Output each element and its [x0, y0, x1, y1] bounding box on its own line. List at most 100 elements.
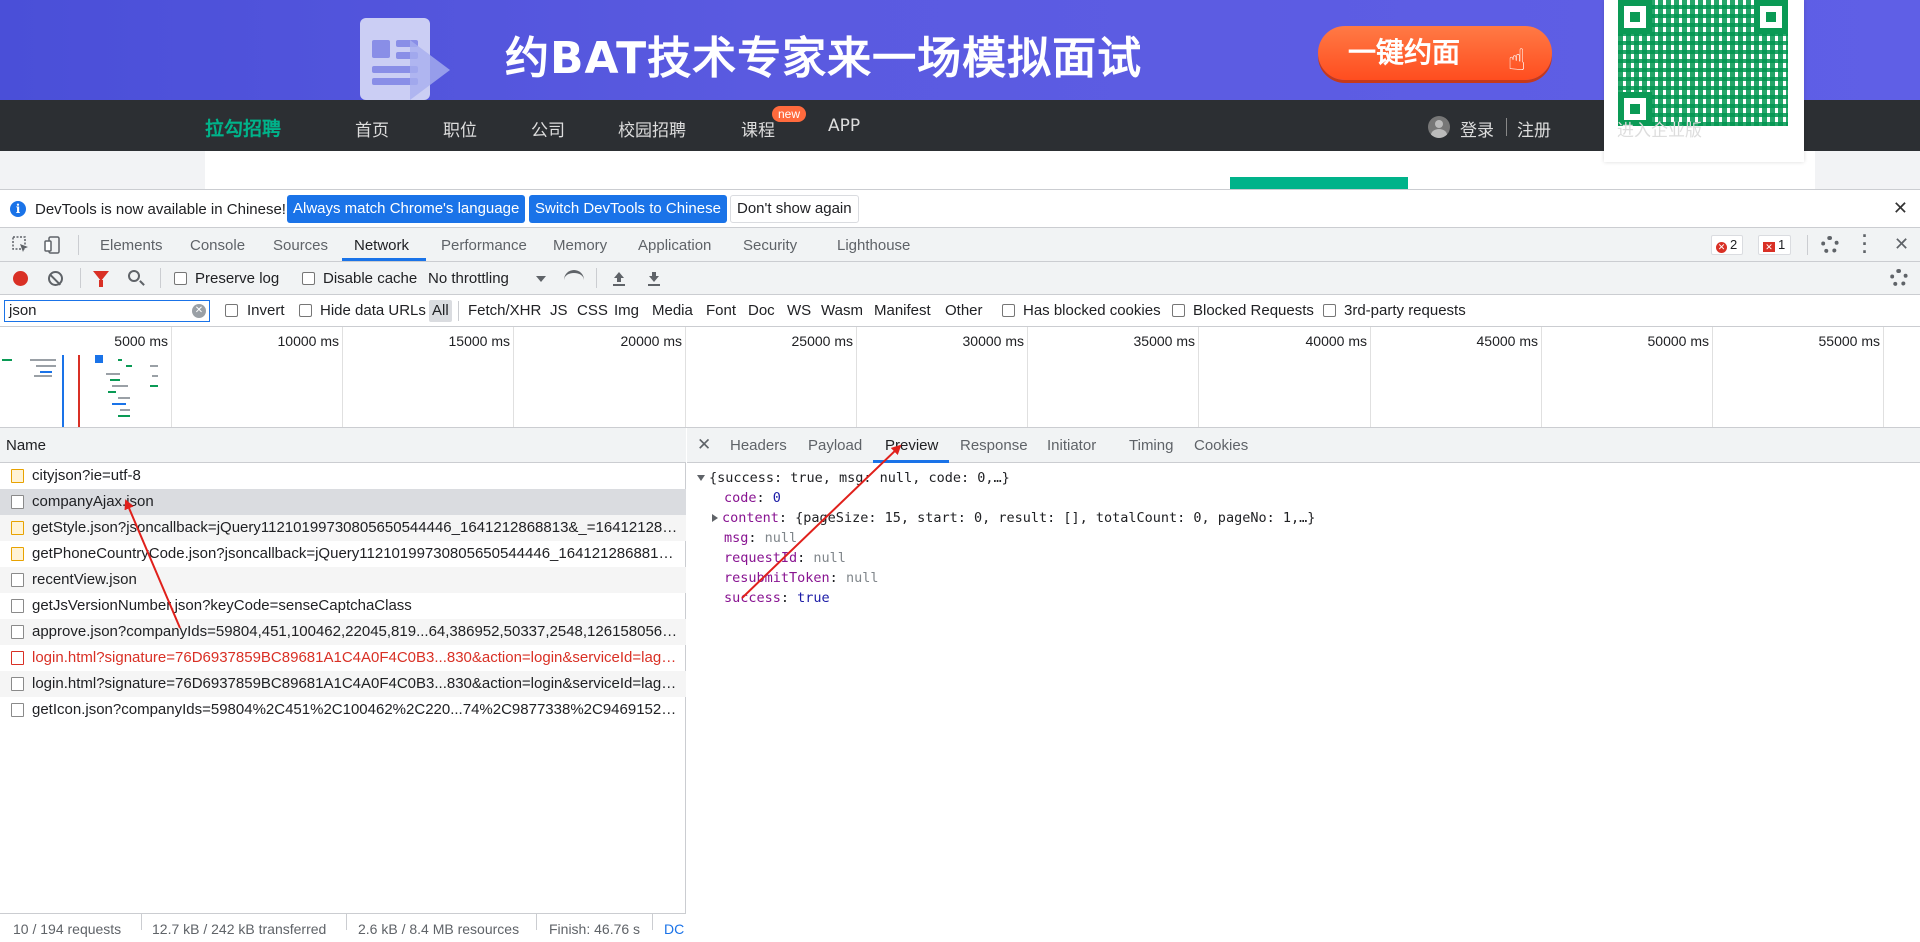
invert-checkbox[interactable]: [225, 304, 238, 317]
disable-cache-checkbox[interactable]: [302, 272, 315, 285]
nav-companies[interactable]: 公司: [531, 116, 565, 141]
network-overview-timeline[interactable]: 5000 ms 10000 ms 15000 ms 20000 ms 25000…: [0, 327, 1920, 428]
filter-js[interactable]: JS: [547, 300, 571, 322]
nav-campus[interactable]: 校园招聘: [618, 116, 686, 141]
more-options-icon[interactable]: · · ·: [1862, 227, 1868, 261]
request-row[interactable]: getPhoneCountryCode.json?jsoncallback=jQ…: [0, 541, 686, 567]
request-row[interactable]: companyAjax.json: [0, 489, 686, 515]
tab-payload[interactable]: Payload: [808, 437, 862, 454]
filter-all[interactable]: All: [429, 300, 452, 322]
record-icon[interactable]: [13, 271, 28, 286]
filter-other[interactable]: Other: [942, 300, 986, 322]
document-file-icon: [11, 495, 24, 509]
import-har-icon[interactable]: [612, 270, 626, 286]
filter-css[interactable]: CSS: [574, 300, 611, 322]
filter-manifest[interactable]: Manifest: [871, 300, 934, 322]
network-conditions-icon[interactable]: [564, 270, 584, 284]
json-root-node[interactable]: {success: true, msg: null, code: 0,…}: [697, 468, 1010, 488]
error-count-badge[interactable]: ✕ 2: [1711, 235, 1744, 255]
network-settings-gear-icon[interactable]: [1890, 269, 1908, 287]
export-har-icon[interactable]: [647, 270, 661, 286]
nav-app[interactable]: APP: [828, 116, 860, 136]
finish-time: Finish: 46.76 s: [549, 921, 641, 937]
tab-performance[interactable]: Performance: [441, 237, 527, 254]
tab-timing[interactable]: Timing: [1129, 437, 1173, 454]
chevron-down-icon[interactable]: [536, 276, 546, 282]
collapse-triangle-icon[interactable]: [697, 475, 705, 481]
filter-doc[interactable]: Doc: [745, 300, 778, 322]
site-logo[interactable]: 拉勾招聘: [205, 114, 281, 141]
nav-courses[interactable]: 课程: [741, 116, 775, 141]
tab-sources[interactable]: Sources: [273, 237, 328, 254]
third-party-requests-checkbox[interactable]: [1323, 304, 1336, 317]
tab-network[interactable]: Network: [354, 237, 409, 254]
tab-console[interactable]: Console: [190, 237, 245, 254]
tab-preview[interactable]: Preview: [885, 437, 938, 454]
qr-code-image: [1618, 0, 1788, 126]
clear-icon[interactable]: [48, 271, 63, 286]
json-field-resubmittoken: resubmitToken: null: [724, 570, 879, 586]
request-name: login.html?signature=76D6937859BC89681A1…: [32, 649, 680, 666]
nav-jobs[interactable]: 职位: [443, 116, 477, 141]
request-row[interactable]: login.html?signature=76D6937859BC89681A1…: [0, 671, 686, 697]
tab-headers[interactable]: Headers: [730, 437, 787, 454]
dont-show-again-button[interactable]: Don't show again: [730, 195, 859, 223]
document-file-icon: [11, 599, 24, 613]
issue-count-badge[interactable]: ✕ 1: [1758, 235, 1792, 255]
switch-to-chinese-button[interactable]: Switch DevTools to Chinese: [529, 195, 727, 223]
request-row[interactable]: login.html?signature=76D6937859BC89681A1…: [0, 645, 686, 671]
timeline-waterfall-graphic: [2, 355, 158, 427]
register-link[interactable]: 注册: [1517, 116, 1551, 141]
tab-application[interactable]: Application: [638, 237, 711, 254]
expand-triangle-icon[interactable]: [712, 514, 718, 522]
dom-content-loaded: DC: [664, 921, 685, 937]
hide-data-urls-checkbox[interactable]: [299, 304, 312, 317]
search-icon[interactable]: [128, 270, 140, 282]
has-blocked-cookies-checkbox[interactable]: [1002, 304, 1015, 317]
filter-input[interactable]: json: [4, 300, 210, 322]
request-row[interactable]: recentView.json: [0, 567, 686, 593]
request-row[interactable]: getJsVersionNumber.json?keyCode=senseCap…: [0, 593, 686, 619]
request-row[interactable]: approve.json?companyIds=59804,451,100462…: [0, 619, 686, 645]
request-row[interactable]: getStyle.json?jsoncallback=jQuery1121019…: [0, 515, 686, 541]
filter-ws[interactable]: WS: [784, 300, 814, 322]
tab-memory[interactable]: Memory: [553, 237, 607, 254]
request-row[interactable]: cityjson?ie=utf-8: [0, 463, 686, 489]
filter-wasm[interactable]: Wasm: [818, 300, 866, 322]
json-summary: {success: true, msg: null, code: 0,…}: [709, 470, 1010, 486]
throttling-select[interactable]: No throttling: [428, 270, 509, 287]
filter-media[interactable]: Media: [649, 300, 696, 322]
filter-img[interactable]: Img: [611, 300, 642, 322]
name-column-header: Name: [6, 437, 47, 454]
close-icon[interactable]: ✕: [1893, 198, 1908, 219]
settings-gear-icon[interactable]: [1821, 236, 1839, 254]
clear-filter-icon[interactable]: ✕: [192, 304, 206, 318]
request-list-header[interactable]: Name: [0, 428, 686, 463]
preserve-log-checkbox[interactable]: [174, 272, 187, 285]
tab-cookies[interactable]: Cookies: [1194, 437, 1248, 454]
inspect-element-icon[interactable]: [12, 236, 30, 254]
blocked-requests-checkbox[interactable]: [1172, 304, 1185, 317]
filter-fetch-xhr[interactable]: Fetch/XHR: [465, 300, 544, 322]
close-devtools-icon[interactable]: ✕: [1894, 234, 1909, 255]
tab-security[interactable]: Security: [743, 237, 797, 254]
enterprise-link[interactable]: 进入企业版: [1617, 116, 1702, 141]
login-link[interactable]: 登录: [1460, 116, 1494, 141]
document-file-icon: [11, 625, 24, 639]
request-row[interactable]: getIcon.json?companyIds=59804%2C451%2C10…: [0, 697, 686, 723]
tab-response[interactable]: Response: [960, 437, 1028, 454]
tab-lighthouse[interactable]: Lighthouse: [837, 237, 910, 254]
json-file-icon: [11, 547, 24, 561]
always-match-language-button[interactable]: Always match Chrome's language: [287, 195, 526, 223]
timeline-tick: 55000 ms: [1818, 333, 1880, 349]
tab-initiator[interactable]: Initiator: [1047, 437, 1096, 454]
filter-icon[interactable]: [93, 271, 109, 287]
json-field-content[interactable]: content: {pageSize: 15, start: 0, result…: [712, 508, 1315, 528]
book-interview-button[interactable]: 一键约面 ☝: [1318, 26, 1552, 80]
request-name: cityjson?ie=utf-8: [32, 467, 141, 484]
tab-elements[interactable]: Elements: [100, 237, 163, 254]
close-icon[interactable]: ✕: [697, 435, 711, 455]
filter-font[interactable]: Font: [703, 300, 739, 322]
device-toolbar-icon[interactable]: [44, 236, 62, 254]
nav-home[interactable]: 首页: [355, 116, 389, 141]
